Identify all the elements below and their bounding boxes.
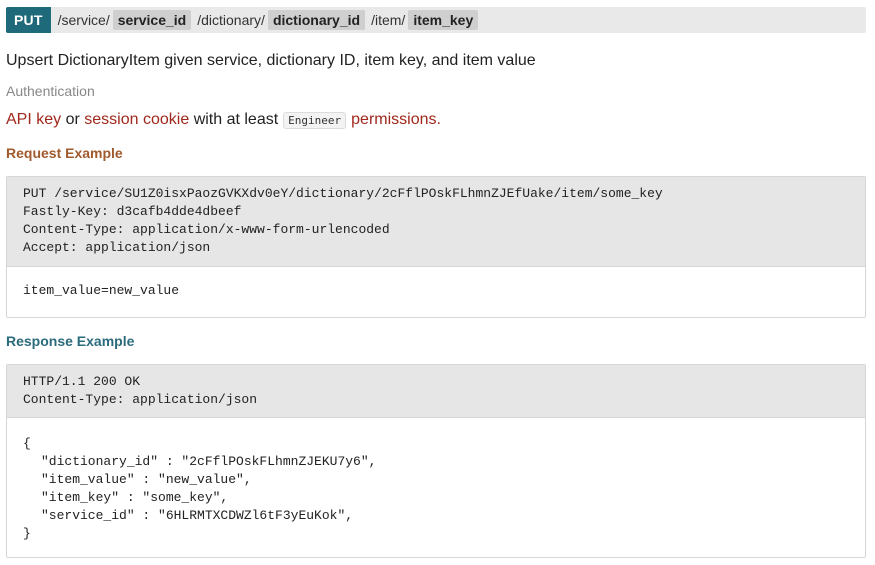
- response-headers: HTTP/1.1 200 OK Content-Type: applicatio…: [7, 365, 865, 418]
- path-segment-dictionary: /dictionary/: [197, 12, 265, 28]
- auth-with-at-least-text: with at least: [193, 111, 279, 128]
- permissions-link[interactable]: permissions.: [351, 111, 441, 129]
- status-line: HTTP/1.1 200 OK: [23, 374, 141, 389]
- authentication-label: Authentication: [6, 83, 95, 99]
- response-example-heading: Response Example: [6, 333, 135, 349]
- api-key-link[interactable]: API key: [6, 111, 61, 129]
- role-code-chip: Engineer: [283, 111, 347, 129]
- endpoint-summary: Upsert DictionaryItem given service, dic…: [6, 52, 536, 69]
- json-line: "item_key" : "some_key",: [41, 490, 229, 505]
- path-segment-service: /service/: [57, 12, 110, 28]
- json-line: "item_value" : "new_value",: [41, 472, 252, 487]
- json-line: "service_id" : "6HLRMTXCDWZl6tF3yEuKok",: [41, 508, 354, 523]
- request-header-line: Accept: application/json: [23, 240, 211, 255]
- json-line: "dictionary_id" : "2cFflPOskFLhmnZJEKU7y…: [41, 454, 377, 469]
- json-close-brace: }: [23, 526, 31, 541]
- path-param-item-key: item_key: [408, 10, 479, 30]
- request-line: PUT /service/SU1Z0isxPaozGVKXdv0eY/dicti…: [23, 186, 663, 201]
- request-body-line: item_value=new_value: [23, 283, 180, 298]
- api-doc-page: PUT /service/ service_id /dictionary/ di…: [0, 0, 875, 565]
- request-example-box: PUT /service/SU1Z0isxPaozGVKXdv0eY/dicti…: [6, 176, 866, 318]
- request-example-heading: Request Example: [6, 145, 123, 161]
- request-header-line: Content-Type: application/x-www-form-url…: [23, 222, 390, 237]
- path-param-dictionary-id: dictionary_id: [267, 10, 366, 30]
- session-cookie-link[interactable]: session cookie: [84, 111, 189, 129]
- http-method-badge: PUT: [6, 7, 51, 33]
- request-headers: PUT /service/SU1Z0isxPaozGVKXdv0eY/dicti…: [7, 177, 865, 267]
- json-open-brace: {: [23, 436, 31, 451]
- auth-or-text: or: [65, 111, 80, 128]
- response-example-box: HTTP/1.1 200 OK Content-Type: applicatio…: [6, 364, 866, 558]
- path-param-service-id: service_id: [112, 10, 192, 30]
- authentication-requirements: API key or session cookie with at least …: [6, 111, 441, 129]
- path-segment-item: /item/: [371, 12, 406, 28]
- response-body: { "dictionary_id" : "2cFflPOskFLhmnZJEKU…: [7, 418, 865, 543]
- request-body: item_value=new_value: [7, 267, 865, 300]
- request-header-line: Fastly-Key: d3cafb4dde4dbeef: [23, 204, 242, 219]
- endpoint-bar: PUT /service/ service_id /dictionary/ di…: [6, 7, 866, 33]
- response-header-line: Content-Type: application/json: [23, 392, 258, 407]
